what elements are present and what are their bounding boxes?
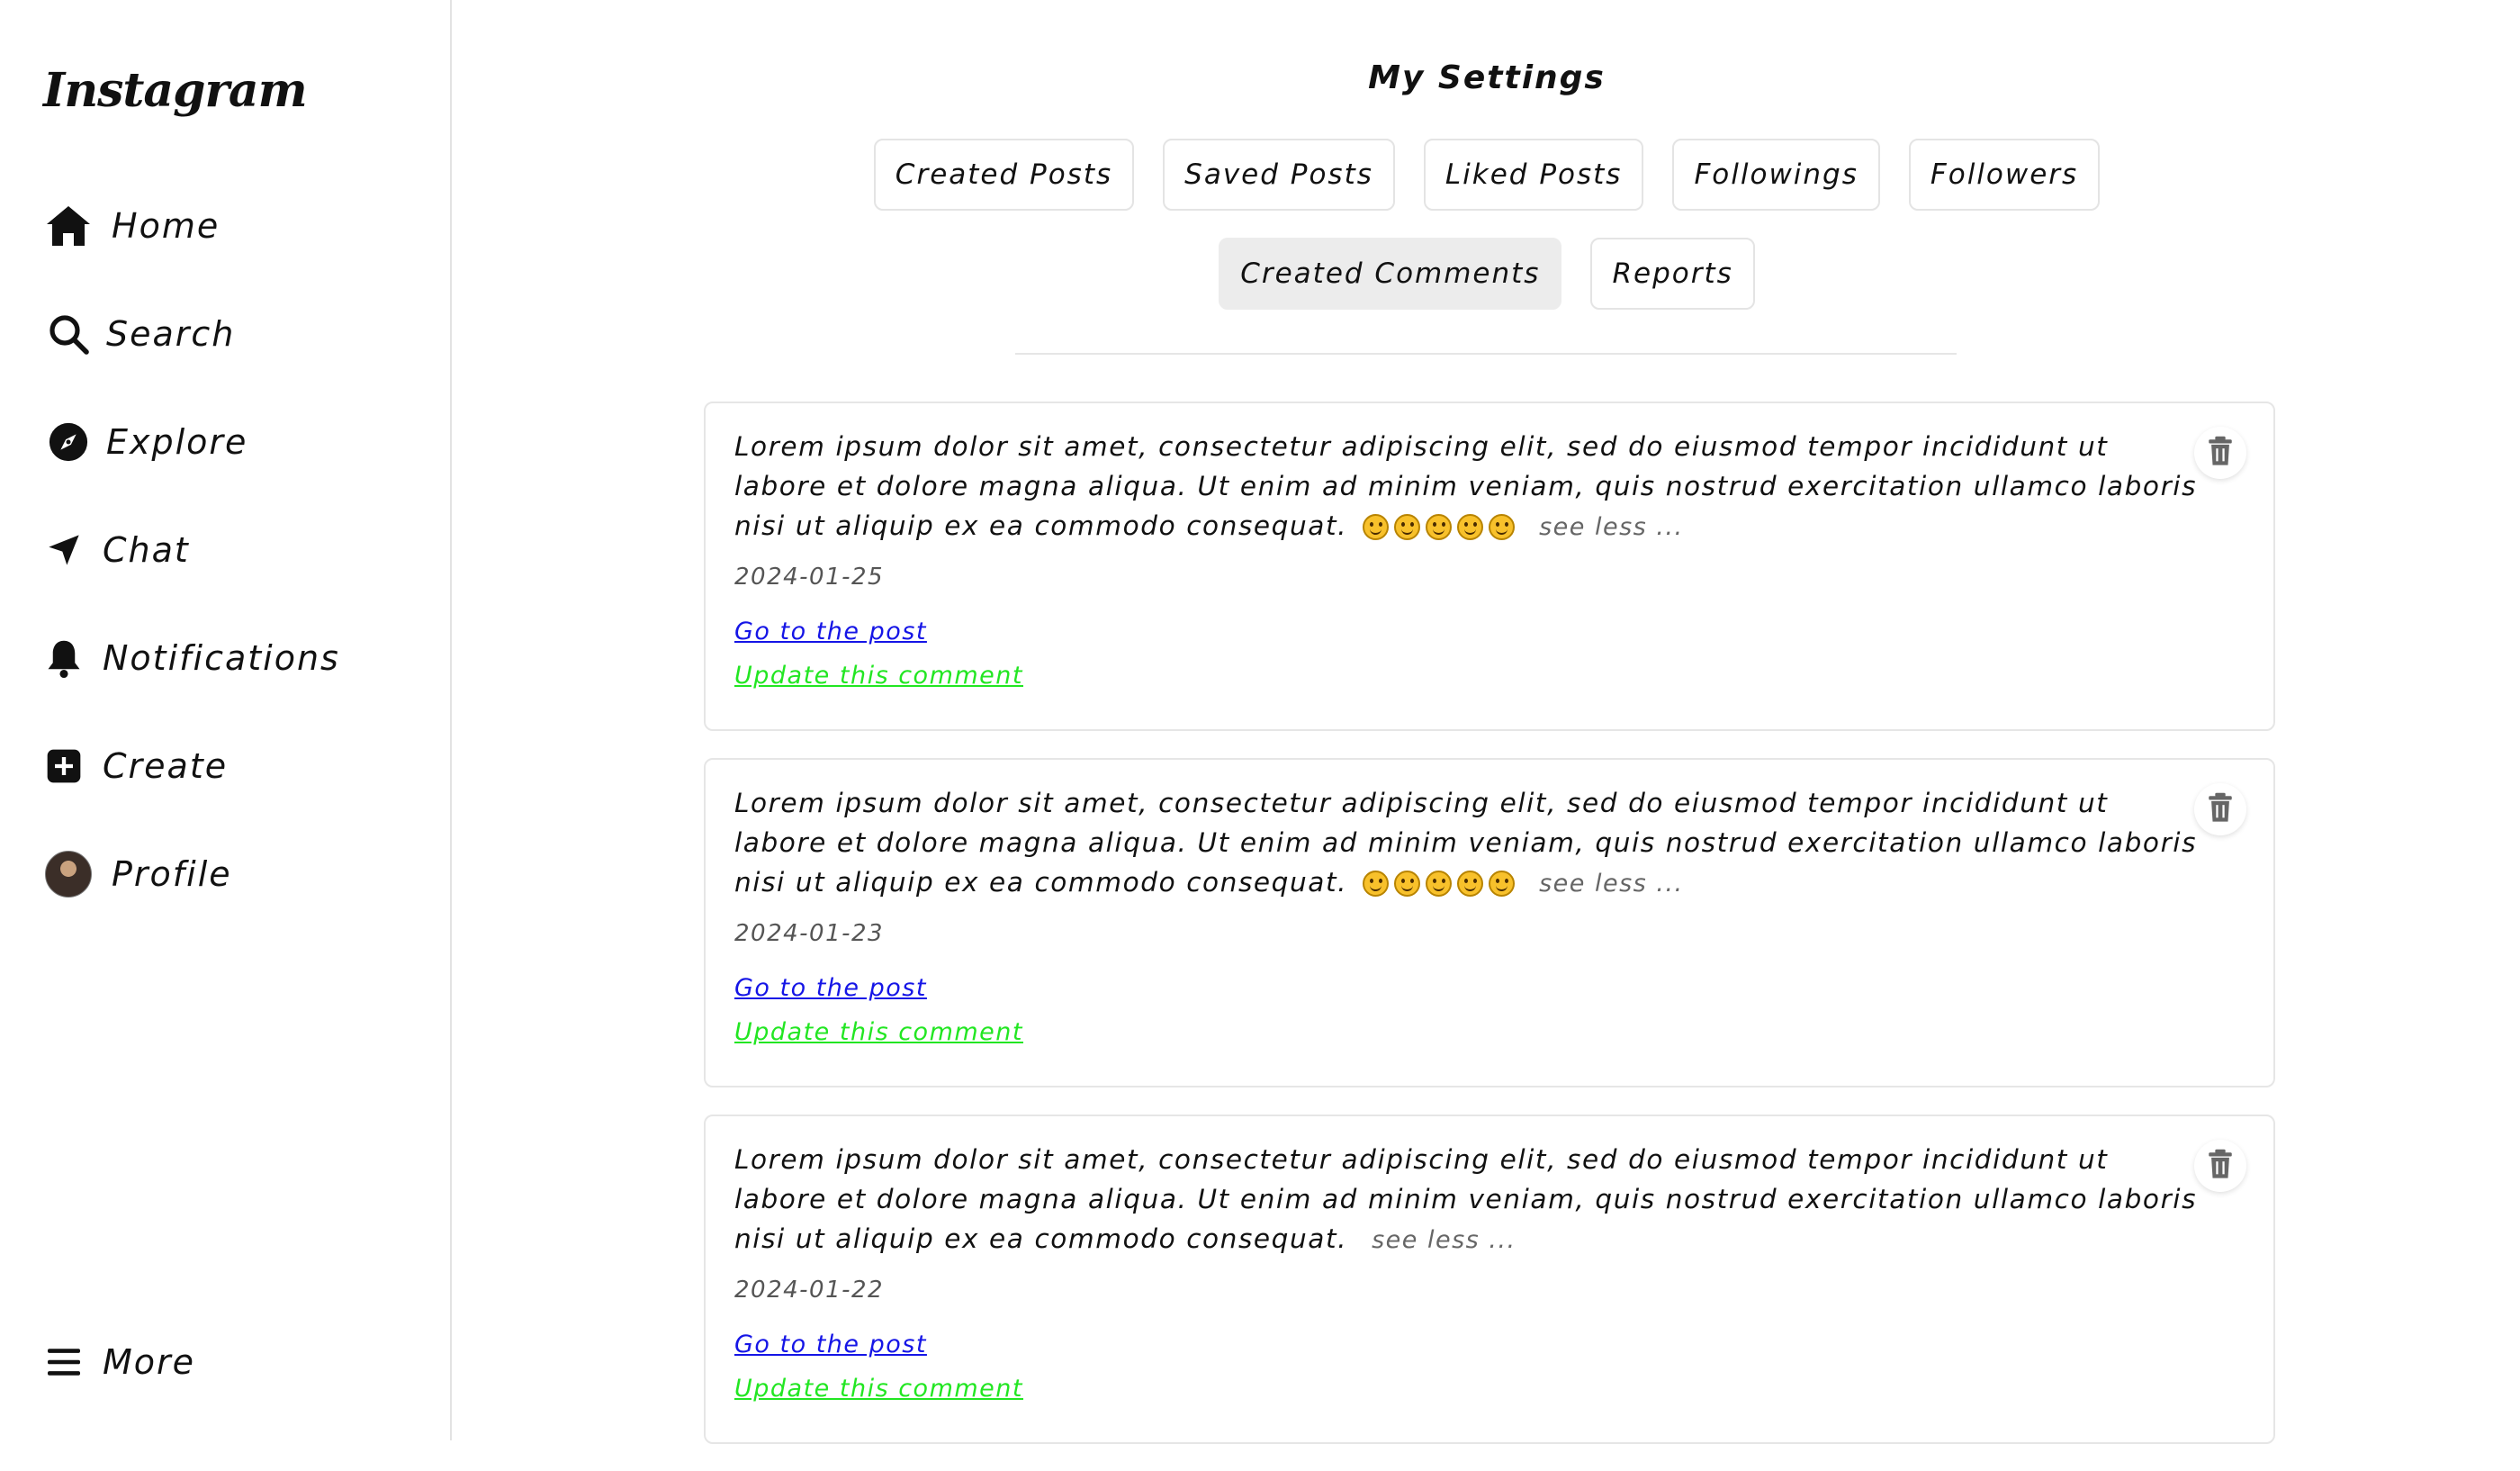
comment-text-block: Lorem ipsum dolor sit amet, consectetur … [734,427,2210,547]
see-less-toggle[interactable]: see less ... [1539,513,1683,541]
sidebar-item-label: Explore [106,422,248,462]
tab-followers[interactable]: Followers [1908,139,2101,211]
smiley-emoji-icon [1426,871,1453,897]
emoji-group [1363,514,1516,540]
smiley-emoji-icon [1363,514,1390,540]
tab-followings[interactable]: Followings [1672,139,1880,211]
tab-reports[interactable]: Reports [1590,238,1755,310]
tab-created-posts[interactable]: Created Posts [873,139,1135,211]
sidebar-item-more[interactable]: More [43,1331,195,1394]
comment-card: Lorem ipsum dolor sit amet, consectetur … [704,1115,2275,1444]
sidebar-item-label: Notifications [103,638,340,678]
delete-comment-button[interactable] [2194,1140,2246,1192]
sidebar-item-home[interactable]: Home [43,194,220,257]
page-title: My Settings [1368,59,1606,96]
sidebar-item-create[interactable]: Create [43,735,228,798]
instagram-logo[interactable]: Instagram [43,63,308,118]
tab-liked-posts[interactable]: Liked Posts [1423,139,1644,211]
sidebar-item-chat[interactable]: Chat [43,519,190,582]
update-comment-link[interactable]: Update this comment [734,662,2246,690]
sidebar-item-label: More [103,1342,196,1382]
sidebar-item-label: Search [106,314,236,354]
emoji-group [1363,871,1516,897]
see-less-toggle[interactable]: see less ... [1539,870,1683,898]
sidebar-item-label: Create [103,746,229,786]
trash-icon [2207,436,2234,470]
smiley-emoji-icon [1394,514,1421,540]
comment-text-block: Lorem ipsum dolor sit amet, consectetur … [734,1140,2210,1260]
trash-icon [2207,792,2234,826]
comment-card: Lorem ipsum dolor sit amet, consectetur … [704,402,2275,731]
delete-comment-button[interactable] [2194,427,2246,479]
sidebar-item-notifications[interactable]: Notifications [43,627,340,690]
comment-date: 2024-01-22 [734,1277,885,1304]
see-less-toggle[interactable]: see less ... [1372,1226,1516,1254]
comment-date: 2024-01-23 [734,920,885,947]
sidebar-item-label: Profile [112,854,232,894]
send-icon [43,525,85,575]
sidebar-item-label: Chat [103,530,190,570]
sidebar-item-profile[interactable]: Profile [43,843,232,906]
sidebar-item-search[interactable]: Search [43,302,235,365]
update-comment-link[interactable]: Update this comment [734,1018,2246,1046]
settings-tabs: Created Posts Saved Posts Liked Posts Fo… [454,139,2520,310]
comment-list: Lorem ipsum dolor sit amet, consectetur … [704,402,2275,1471]
comment-text-block: Lorem ipsum dolor sit amet, consectetur … [734,783,2210,904]
home-icon [43,201,94,251]
compass-icon [43,417,94,467]
smiley-emoji-icon [1489,514,1516,540]
smiley-emoji-icon [1394,871,1421,897]
smiley-emoji-icon [1457,514,1484,540]
search-icon [43,309,94,359]
trash-icon [2207,1149,2234,1183]
go-to-post-link[interactable]: Go to the post [734,974,2246,1002]
delete-comment-button[interactable] [2194,783,2246,835]
tab-created-comments[interactable]: Created Comments [1219,238,1562,310]
smiley-emoji-icon [1363,871,1390,897]
sidebar-item-label: Home [112,206,220,246]
bell-icon [43,633,85,683]
go-to-post-link[interactable]: Go to the post [734,618,2246,645]
comment-date: 2024-01-25 [734,564,885,591]
smiley-emoji-icon [1489,871,1516,897]
update-comment-link[interactable]: Update this comment [734,1375,2246,1403]
tab-saved-posts[interactable]: Saved Posts [1163,139,1395,211]
smiley-emoji-icon [1426,514,1453,540]
avatar [43,849,94,899]
smiley-emoji-icon [1457,871,1484,897]
divider [1015,353,1957,355]
menu-icon [43,1337,85,1387]
go-to-post-link[interactable]: Go to the post [734,1331,2246,1358]
sidebar-item-explore[interactable]: Explore [43,411,248,474]
plus-square-icon [43,741,85,791]
main-content: My Settings Created Posts Saved Posts Li… [454,0,2520,1444]
sidebar: Instagram Home Search Explore Chat Notif… [0,0,452,1440]
comment-card: Lorem ipsum dolor sit amet, consectetur … [704,758,2275,1087]
